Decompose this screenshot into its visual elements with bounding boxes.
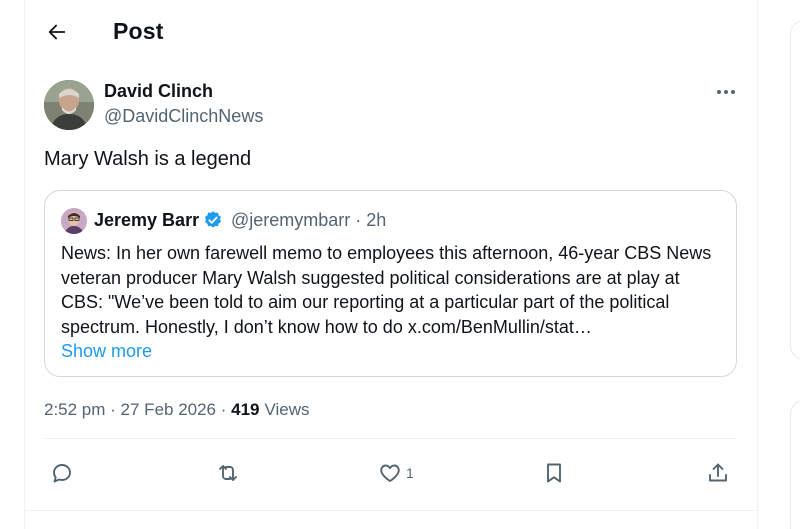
- divider-bottom: [25, 510, 757, 511]
- post-time[interactable]: 2:52 pm: [44, 400, 105, 420]
- post-date[interactable]: 27 Feb 2026: [121, 400, 216, 420]
- column-right-border: [757, 0, 758, 529]
- meta-separator: ·: [216, 400, 232, 419]
- author-name[interactable]: David Clinch: [104, 81, 213, 102]
- quote-author-avatar: [61, 208, 87, 234]
- more-horizontal-icon: [717, 90, 735, 94]
- quote-author-name: Jeremy Barr: [94, 210, 200, 230]
- meta-separator: ·: [105, 400, 121, 419]
- reply-button[interactable]: [50, 459, 74, 487]
- like-count: 1: [406, 465, 414, 481]
- views-count: 419: [231, 400, 260, 419]
- share-button[interactable]: [706, 459, 730, 487]
- more-options-button[interactable]: [706, 80, 746, 104]
- author-avatar[interactable]: [44, 80, 94, 130]
- page-title: Post: [113, 18, 164, 44]
- verified-badge-icon: [205, 211, 221, 228]
- share-icon: [709, 463, 727, 482]
- bookmark-icon: [547, 463, 561, 483]
- post-text: Mary Walsh is a legend: [44, 148, 252, 170]
- post-meta: 2:52 pm · 27 Feb 2026 · 419 Views: [44, 400, 310, 420]
- divider: [44, 438, 737, 439]
- sidebar-panel-lower: [790, 400, 800, 529]
- sidebar-panel: [790, 20, 800, 360]
- like-button[interactable]: 1: [378, 459, 414, 487]
- quote-author-handle: @jeremymbarr · 2h: [231, 210, 387, 230]
- quote-avatar-image: [61, 208, 87, 234]
- author-handle[interactable]: @DavidClinchNews: [104, 106, 263, 127]
- repost-icon: [219, 465, 237, 481]
- quote-text: News: In her own farewell memo to employ…: [61, 243, 712, 337]
- heart-icon: [380, 464, 400, 482]
- column-left-border: [24, 0, 25, 529]
- repost-button[interactable]: [216, 459, 240, 487]
- post-header: Post: [25, 0, 757, 64]
- bookmark-button[interactable]: [542, 459, 566, 487]
- arrow-left-icon: [48, 24, 66, 40]
- show-more-link[interactable]: Show more: [61, 341, 152, 362]
- quoted-post-card[interactable]: Jeremy Barr @jeremymbarr · 2h News: In h…: [44, 190, 737, 377]
- reply-icon: [53, 464, 71, 483]
- avatar-image: [44, 80, 94, 130]
- views-label: Views: [264, 400, 310, 419]
- back-button[interactable]: [39, 14, 75, 50]
